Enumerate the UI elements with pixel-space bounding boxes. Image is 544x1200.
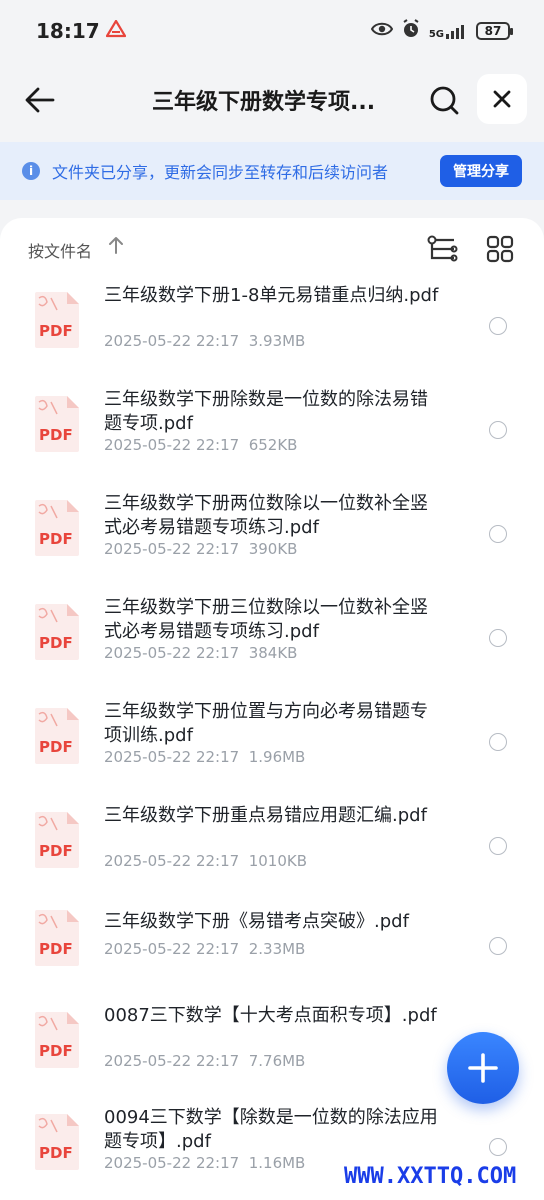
select-radio[interactable] (489, 733, 507, 751)
pdf-file-icon: PDF (35, 910, 79, 966)
pdf-label: PDF (39, 738, 73, 756)
manage-share-button[interactable]: 管理分享 (440, 155, 522, 187)
file-list-item[interactable]: PDF 三年级数学下册《易错考点突破》.pdf 2025-05-22 22:17 2… (0, 904, 544, 1000)
file-date: 2025-05-22 22:17 (104, 1052, 240, 1070)
signal-icon: 5G (429, 23, 468, 40)
page-title: 三年级下册数学专项... (152, 90, 376, 115)
sort-by-name-button[interactable]: 按文件名 (28, 238, 92, 262)
plus-icon (468, 1053, 498, 1083)
info-icon: i (22, 162, 40, 180)
select-radio[interactable] (489, 1138, 507, 1156)
file-list-item[interactable]: PDF 三年级数学下册重点易错应用题汇编.pdf 2025-05-22 22:17 … (0, 800, 544, 904)
file-size: 384KB (248, 644, 298, 662)
pdf-label: PDF (39, 634, 73, 652)
file-meta: 2025-05-22 22:17 1010KB (104, 852, 307, 870)
header: 三年级下册数学专项... (0, 70, 544, 130)
file-size: 1.96MB (248, 748, 306, 766)
file-name: 三年级数学下册两位数除以一位数补全竖式必考易错题专项练习.pdf (104, 493, 428, 538)
file-name: 三年级数学下册重点易错应用题汇编.pdf (104, 805, 427, 826)
pdf-label: PDF (39, 842, 73, 860)
file-list-item[interactable]: PDF 三年级数学下册除数是一位数的除法易错题专项.pdf 2025-05-22 2… (0, 384, 544, 488)
file-size: 7.76MB (248, 1052, 306, 1070)
file-size: 390KB (248, 540, 298, 558)
select-radio[interactable] (489, 421, 507, 439)
eye-icon (370, 21, 393, 41)
arrow-left-icon (25, 87, 55, 113)
pdf-label: PDF (39, 940, 73, 958)
file-meta: 2025-05-22 22:17 2.33MB (104, 940, 305, 958)
search-icon (430, 86, 459, 115)
arrow-up-icon[interactable] (108, 236, 124, 258)
pdf-file-icon: PDF (35, 1012, 79, 1068)
file-name: 三年级数学下册除数是一位数的除法易错题专项.pdf (104, 389, 428, 434)
file-meta: 2025-05-22 22:17 7.76MB (104, 1052, 305, 1070)
select-radio[interactable] (489, 937, 507, 955)
pdf-file-icon: PDF (35, 708, 79, 764)
close-icon (493, 90, 511, 108)
select-radio[interactable] (489, 629, 507, 647)
pdf-label: PDF (39, 426, 73, 444)
file-date: 2025-05-22 22:17 (104, 644, 240, 662)
file-size: 3.93MB (248, 332, 306, 350)
file-meta: 2025-05-22 22:17 1.96MB (104, 748, 305, 766)
back-button[interactable] (22, 80, 58, 120)
file-date: 2025-05-22 22:17 (104, 436, 240, 454)
alarm-icon (401, 19, 421, 43)
file-name: 三年级数学下册1-8单元易错重点归纳.pdf (104, 285, 439, 306)
pdf-file-icon: PDF (35, 396, 79, 452)
file-date: 2025-05-22 22:17 (104, 332, 240, 350)
file-list-item[interactable]: PDF 三年级数学下册两位数除以一位数补全竖式必考易错题专项练习.pdf 2025-… (0, 488, 544, 592)
pdf-file-icon: PDF (35, 500, 79, 556)
file-date: 2025-05-22 22:17 (104, 540, 240, 558)
pdf-file-icon: PDF (35, 1114, 79, 1170)
file-date: 2025-05-22 22:17 (104, 852, 240, 870)
file-list-item[interactable]: PDF 三年级数学下册1-8单元易错重点归纳.pdf 2025-05-22 22:1… (0, 280, 544, 384)
file-size: 1010KB (248, 852, 308, 870)
file-size: 1.16MB (248, 1154, 306, 1172)
app-notification-icon (105, 19, 126, 42)
file-size: 652KB (248, 436, 298, 454)
sort-bar: 按文件名 (0, 232, 544, 268)
pdf-label: PDF (39, 1144, 73, 1162)
watermark-text: WWW.XXTTQ.COM (344, 1164, 517, 1189)
search-button[interactable] (424, 80, 464, 120)
grid-view-icon[interactable] (486, 235, 514, 267)
file-list-item[interactable]: PDF 三年级数学下册位置与方向必考易错题专项训练.pdf 2025-05-22 2… (0, 696, 544, 800)
file-date: 2025-05-22 22:17 (104, 940, 240, 958)
file-meta: 2025-05-22 22:17 384KB (104, 644, 297, 662)
close-button[interactable] (477, 74, 527, 124)
file-name: 三年级数学下册三位数除以一位数补全竖式必考易错题专项练习.pdf (104, 597, 428, 642)
file-size: 2.33MB (248, 940, 306, 958)
pdf-label: PDF (39, 530, 73, 548)
file-name: 三年级数学下册位置与方向必考易错题专项训练.pdf (104, 701, 428, 746)
file-meta: 2025-05-22 22:17 3.93MB (104, 332, 305, 350)
file-date: 2025-05-22 22:17 (104, 1154, 240, 1172)
file-name: 0094三下数学【除数是一位数的除法应用题专项】.pdf (104, 1107, 438, 1152)
tree-view-icon[interactable] (426, 234, 458, 268)
share-banner-text: 文件夹已分享，更新会同步至转存和后续访问者 (52, 163, 389, 182)
file-meta: 2025-05-22 22:17 652KB (104, 436, 297, 454)
file-meta: 2025-05-22 22:17 390KB (104, 540, 297, 558)
select-radio[interactable] (489, 525, 507, 543)
pdf-file-icon: PDF (35, 604, 79, 660)
pdf-label: PDF (39, 322, 73, 340)
file-list-item[interactable]: PDF 三年级数学下册三位数除以一位数补全竖式必考易错题专项练习.pdf 2025-… (0, 592, 544, 696)
file-date: 2025-05-22 22:17 (104, 748, 240, 766)
select-radio[interactable] (489, 317, 507, 335)
pdf-file-icon: PDF (35, 292, 79, 348)
battery-indicator: 87 (476, 22, 513, 40)
pdf-label: PDF (39, 1042, 73, 1060)
select-radio[interactable] (489, 837, 507, 855)
status-time: 18:17 (36, 19, 100, 43)
file-name: 0087三下数学【十大考点面积专项】.pdf (104, 1005, 437, 1026)
file-meta: 2025-05-22 22:17 1.16MB (104, 1154, 305, 1172)
add-button[interactable] (447, 1032, 519, 1104)
file-name: 三年级数学下册《易错考点突破》.pdf (104, 911, 409, 932)
share-banner: i 文件夹已分享，更新会同步至转存和后续访问者 管理分享 (0, 142, 544, 200)
pdf-file-icon: PDF (35, 812, 79, 868)
status-bar: 18:17 5G 87 (0, 0, 544, 62)
